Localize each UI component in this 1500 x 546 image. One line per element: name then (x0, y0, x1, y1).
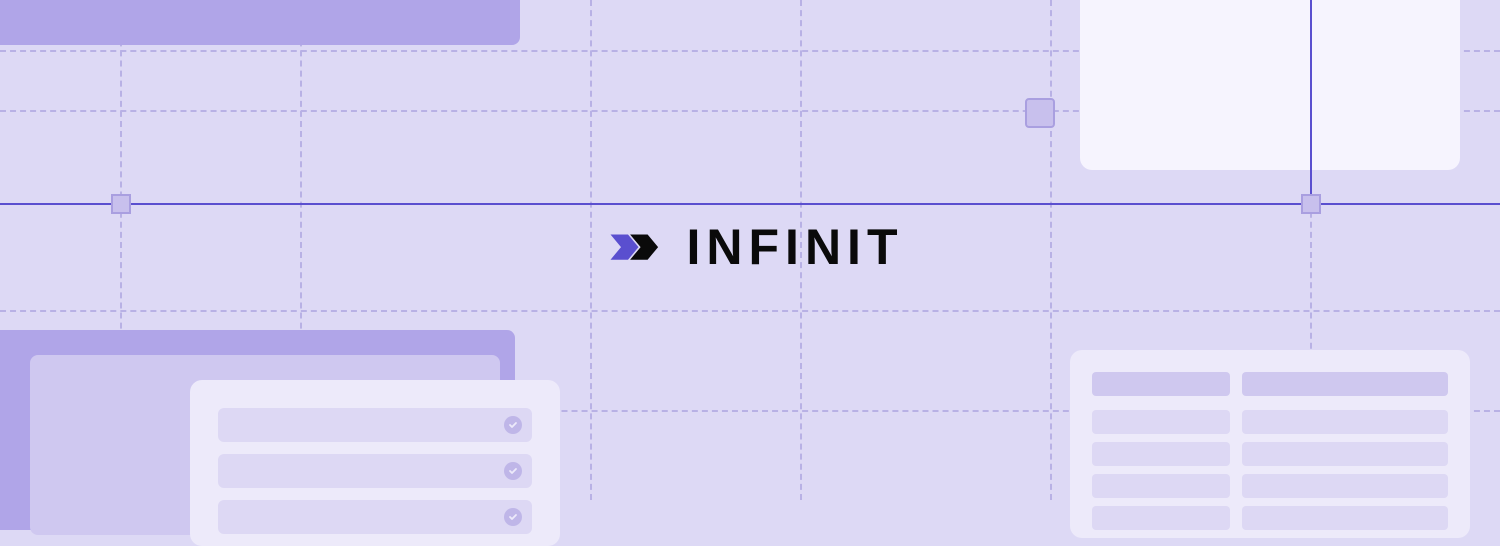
check-circle-icon (504, 508, 522, 526)
guide-line-h (0, 203, 1500, 205)
check-circle-icon (504, 416, 522, 434)
checklist-row (218, 500, 532, 534)
grid-line-h (0, 310, 1500, 312)
guide-line-v (1310, 0, 1312, 206)
checklist-row (218, 454, 532, 488)
table-row (1092, 410, 1448, 434)
selection-handle (111, 194, 131, 214)
decor-checklist-card (190, 380, 560, 546)
decor-table-card (1070, 350, 1470, 538)
table-row (1092, 442, 1448, 466)
brand-name: INFINIT (687, 218, 904, 276)
grid-line-v (1050, 0, 1052, 500)
decor-block (0, 0, 520, 45)
table-row (1092, 506, 1448, 530)
check-circle-icon (504, 462, 522, 480)
decor-window (1080, 0, 1460, 170)
infinity-icon (597, 222, 667, 272)
checklist-row (218, 408, 532, 442)
brand-logo: INFINIT (597, 218, 904, 276)
selection-handle (1301, 194, 1321, 214)
grid-line-v (590, 0, 592, 500)
selection-handle (1025, 98, 1055, 128)
table-header (1092, 372, 1448, 396)
table-row (1092, 474, 1448, 498)
